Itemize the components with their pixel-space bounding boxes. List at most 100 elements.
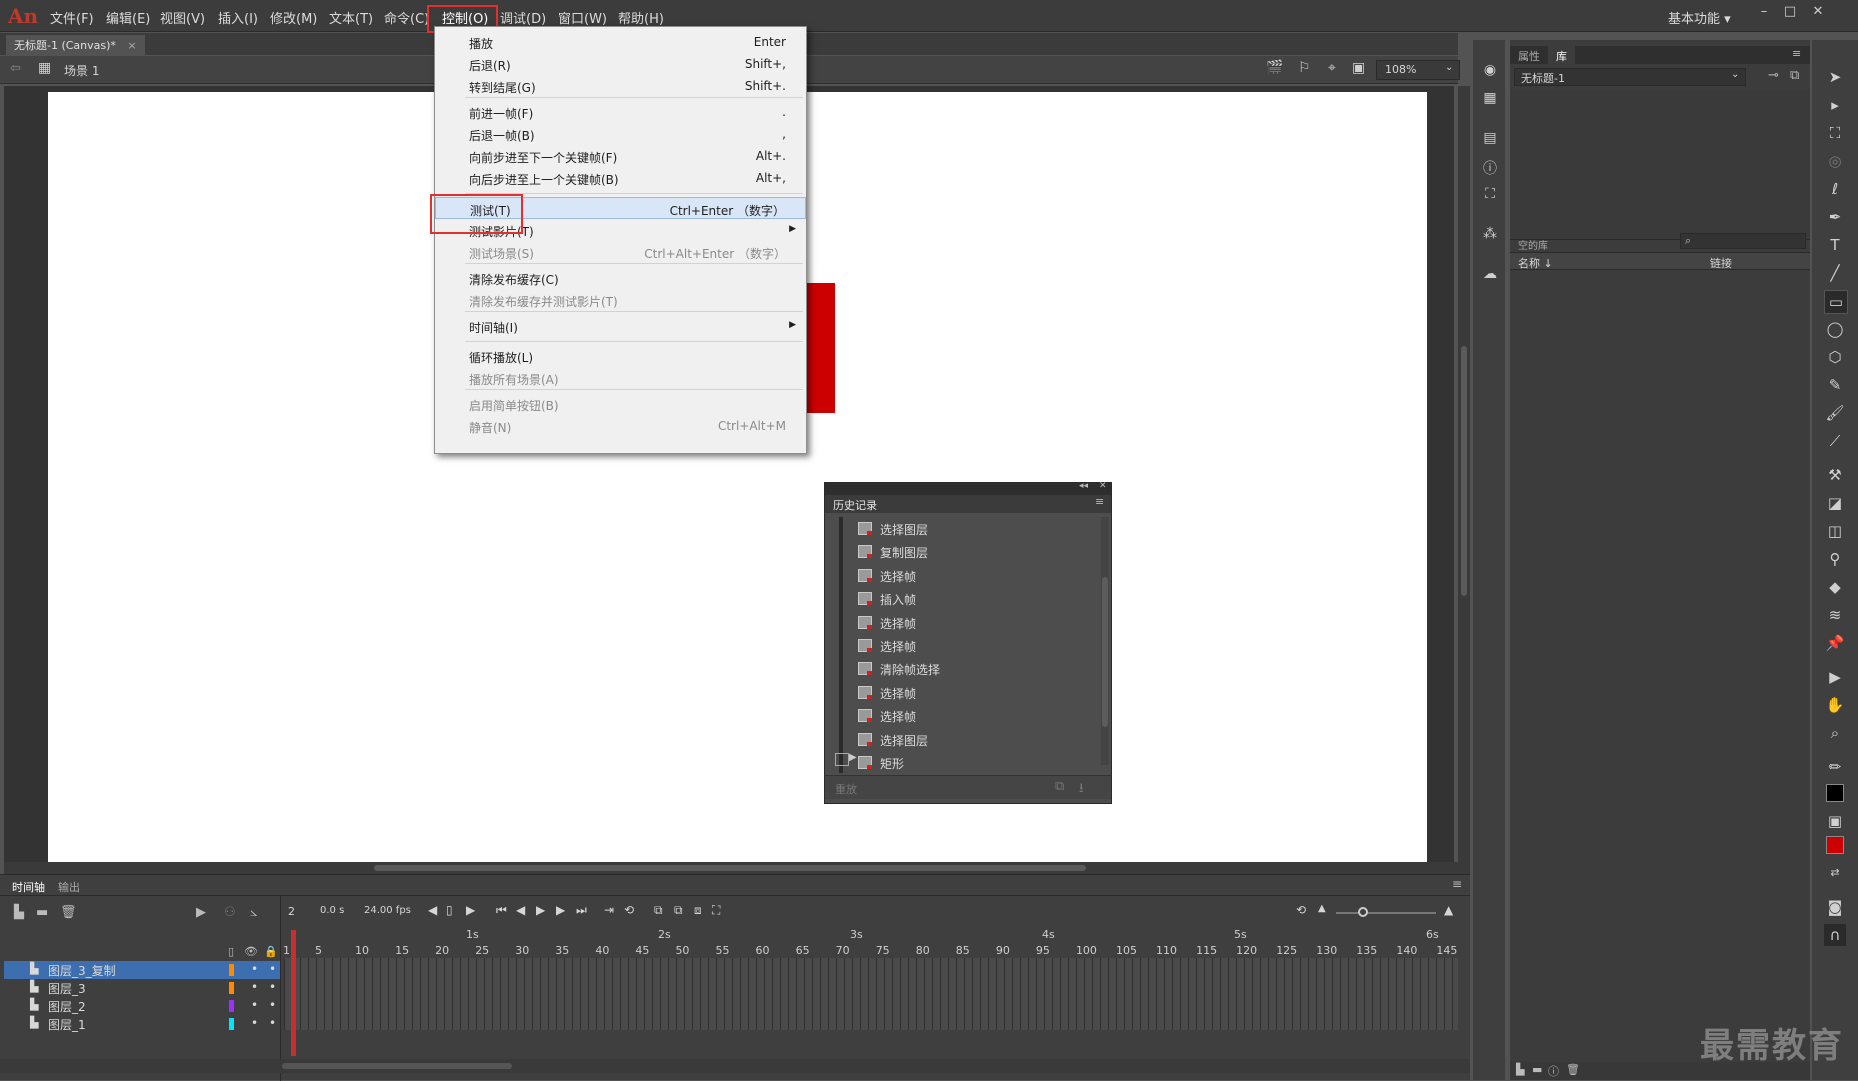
line-tool-icon[interactable]: ╱: [1824, 262, 1846, 284]
column-name[interactable]: 名称 ↓: [1518, 255, 1553, 271]
panel-menu-icon[interactable]: ≡: [1452, 877, 1462, 891]
fill-color-swatch[interactable]: [1826, 836, 1844, 854]
history-item[interactable]: 复制图层: [858, 542, 1088, 562]
library-document-select[interactable]: 无标题-1 ⌄: [1514, 68, 1746, 86]
layer-color-swatch[interactable]: [229, 964, 234, 976]
frame-grid[interactable]: [284, 958, 1458, 1030]
history-item[interactable]: 选择帧: [858, 636, 1088, 656]
play-icon[interactable]: ▶: [536, 903, 545, 917]
menu-item-control-11[interactable]: 清除发布缓存并测试影片(T): [435, 289, 806, 311]
cc-libraries-icon[interactable]: ☁: [1481, 266, 1499, 284]
maximize-button[interactable]: □: [1778, 4, 1802, 22]
panel-menu-icon[interactable]: ≡: [1095, 495, 1104, 508]
menu-commands[interactable]: 命令(C): [384, 8, 429, 27]
column-linkage[interactable]: 链接: [1710, 255, 1732, 271]
copy-steps-icon[interactable]: ⧉: [1055, 779, 1064, 794]
new-folder-icon[interactable]: ▬: [36, 905, 48, 920]
panel-menu-icon[interactable]: ≡: [1792, 47, 1801, 60]
tab-timeline[interactable]: 时间轴: [12, 879, 45, 895]
components-icon[interactable]: ⁂: [1481, 226, 1499, 244]
pencil-tool-icon[interactable]: ✎: [1824, 374, 1846, 396]
text-tool-icon[interactable]: T: [1824, 234, 1846, 256]
layer-lock-dot[interactable]: •: [269, 998, 276, 1012]
library-search-input[interactable]: ⌕: [1680, 233, 1806, 249]
tab-properties[interactable]: 属性: [1518, 48, 1540, 64]
hand-tool-icon[interactable]: ✋: [1824, 694, 1846, 716]
close-window-button[interactable]: ✕: [1806, 4, 1830, 22]
layer-depth-icon[interactable]: ⦣: [250, 905, 257, 920]
transform-icon[interactable]: ⛶: [1481, 186, 1499, 204]
menu-insert[interactable]: 插入(I): [218, 8, 258, 27]
paint-brush-tool-icon[interactable]: 🖌: [1824, 402, 1846, 424]
history-item[interactable]: 选择帧: [858, 683, 1088, 703]
center-stage-icon[interactable]: ⌖: [1328, 60, 1336, 76]
visibility-column-icon[interactable]: 👁: [244, 945, 258, 958]
history-item[interactable]: 清除帧选择: [858, 659, 1088, 679]
menu-file[interactable]: 文件(F): [50, 8, 94, 27]
layer-visibility-dot[interactable]: •: [251, 1016, 258, 1030]
layer-lock-dot[interactable]: •: [269, 962, 276, 976]
menu-item-control-1[interactable]: 后退(R) Shift+,: [435, 53, 806, 75]
menu-item-control-15[interactable]: 启用简单按钮(B): [435, 393, 806, 415]
menu-item-control-5[interactable]: 向前步进至下一个关键帧(F) Alt+.: [435, 145, 806, 167]
color-wheel-icon[interactable]: ◉: [1481, 62, 1499, 80]
zoom-out-icon[interactable]: ▲: [1318, 903, 1326, 914]
edit-symbol-icon[interactable]: ⚐: [1298, 60, 1311, 76]
new-library-icon[interactable]: ⧉: [1790, 68, 1799, 83]
history-scrollbar[interactable]: [1101, 517, 1109, 765]
current-frame[interactable]: 2: [288, 905, 295, 918]
menu-item-control-6[interactable]: 向后步进至上一个关键帧(B) Alt+,: [435, 167, 806, 189]
loop-icon[interactable]: ⟲: [624, 903, 634, 917]
polystar-tool-icon[interactable]: ⬡: [1824, 346, 1846, 368]
goto-last-frame-icon[interactable]: ⏭: [576, 903, 587, 918]
ink-bottle-tool-icon[interactable]: ◫: [1824, 520, 1846, 542]
brush-tool-icon[interactable]: ⟋: [1824, 430, 1846, 452]
frame-rate[interactable]: 24.00 fps: [364, 905, 411, 916]
lock-column-icon[interactable]: 🔒: [264, 945, 278, 958]
history-item[interactable]: 选择图层: [858, 519, 1088, 539]
stroke-color-icon[interactable]: ✏: [1824, 756, 1846, 778]
layer-name[interactable]: 图层_1: [48, 1016, 86, 1033]
workspace-switcher[interactable]: 基本功能 ▾: [1668, 8, 1731, 27]
playhead[interactable]: [291, 930, 296, 1056]
goto-first-frame-icon[interactable]: ⏮: [496, 903, 507, 918]
step-back-icon[interactable]: ◀: [516, 903, 525, 917]
delete-layer-icon[interactable]: 🗑: [60, 905, 77, 920]
swatches-icon[interactable]: ▦: [1481, 90, 1499, 108]
layer-row[interactable]: ▙ 图层_1 • •: [4, 1015, 280, 1033]
frame-zoom-slider[interactable]: [1336, 912, 1436, 914]
elapsed-time[interactable]: 0.0 s: [320, 905, 344, 916]
history-item[interactable]: 选择帧: [858, 613, 1088, 633]
delete-icon[interactable]: 🗑: [1566, 1063, 1580, 1076]
outline-column-icon[interactable]: ▯: [228, 945, 234, 958]
layer-visibility-dot[interactable]: •: [251, 980, 258, 994]
layer-name[interactable]: 图层_3_复制: [48, 962, 116, 979]
menu-window[interactable]: 窗口(W): [558, 8, 607, 27]
menu-modify[interactable]: 修改(M): [270, 8, 317, 27]
document-tab[interactable]: 无标题-1 (Canvas)* ×: [6, 35, 145, 55]
layer-lock-dot[interactable]: •: [269, 980, 276, 994]
parent-view-icon[interactable]: ⚇: [224, 905, 236, 920]
eraser-tool-icon[interactable]: ◆: [1824, 576, 1846, 598]
center-frame-icon[interactable]: ⇥: [604, 903, 614, 917]
align-icon[interactable]: ▤: [1481, 130, 1499, 148]
menu-item-control-14[interactable]: 播放所有场景(A): [435, 367, 806, 389]
swap-colors-icon[interactable]: ⇄: [1824, 862, 1846, 884]
stroke-color-swatch[interactable]: [1826, 784, 1844, 802]
onion-skin-icon[interactable]: ⧉: [654, 903, 663, 918]
camera-icon[interactable]: ▶: [196, 905, 206, 920]
timeline-scroll-thumb[interactable]: [282, 1063, 512, 1069]
fit-frames-icon[interactable]: ⟲: [1296, 903, 1306, 917]
close-icon[interactable]: ✕: [1099, 481, 1107, 491]
menu-debug[interactable]: 调试(D): [500, 8, 546, 27]
history-slider-track[interactable]: [839, 517, 843, 773]
zoom-select[interactable]: 108% ⌄: [1376, 60, 1460, 80]
save-command-icon[interactable]: ⭳: [1079, 779, 1084, 801]
history-item[interactable]: 选择帧: [858, 706, 1088, 726]
history-item[interactable]: 选择图层: [858, 730, 1088, 750]
edit-scene-icon[interactable]: 🎬: [1266, 60, 1283, 76]
vertical-scrollbar[interactable]: [1458, 86, 1470, 862]
history-slider-handle[interactable]: ▶: [835, 752, 857, 766]
menu-item-control-13[interactable]: 循环播放(L): [435, 345, 806, 367]
menu-help[interactable]: 帮助(H): [618, 8, 664, 27]
